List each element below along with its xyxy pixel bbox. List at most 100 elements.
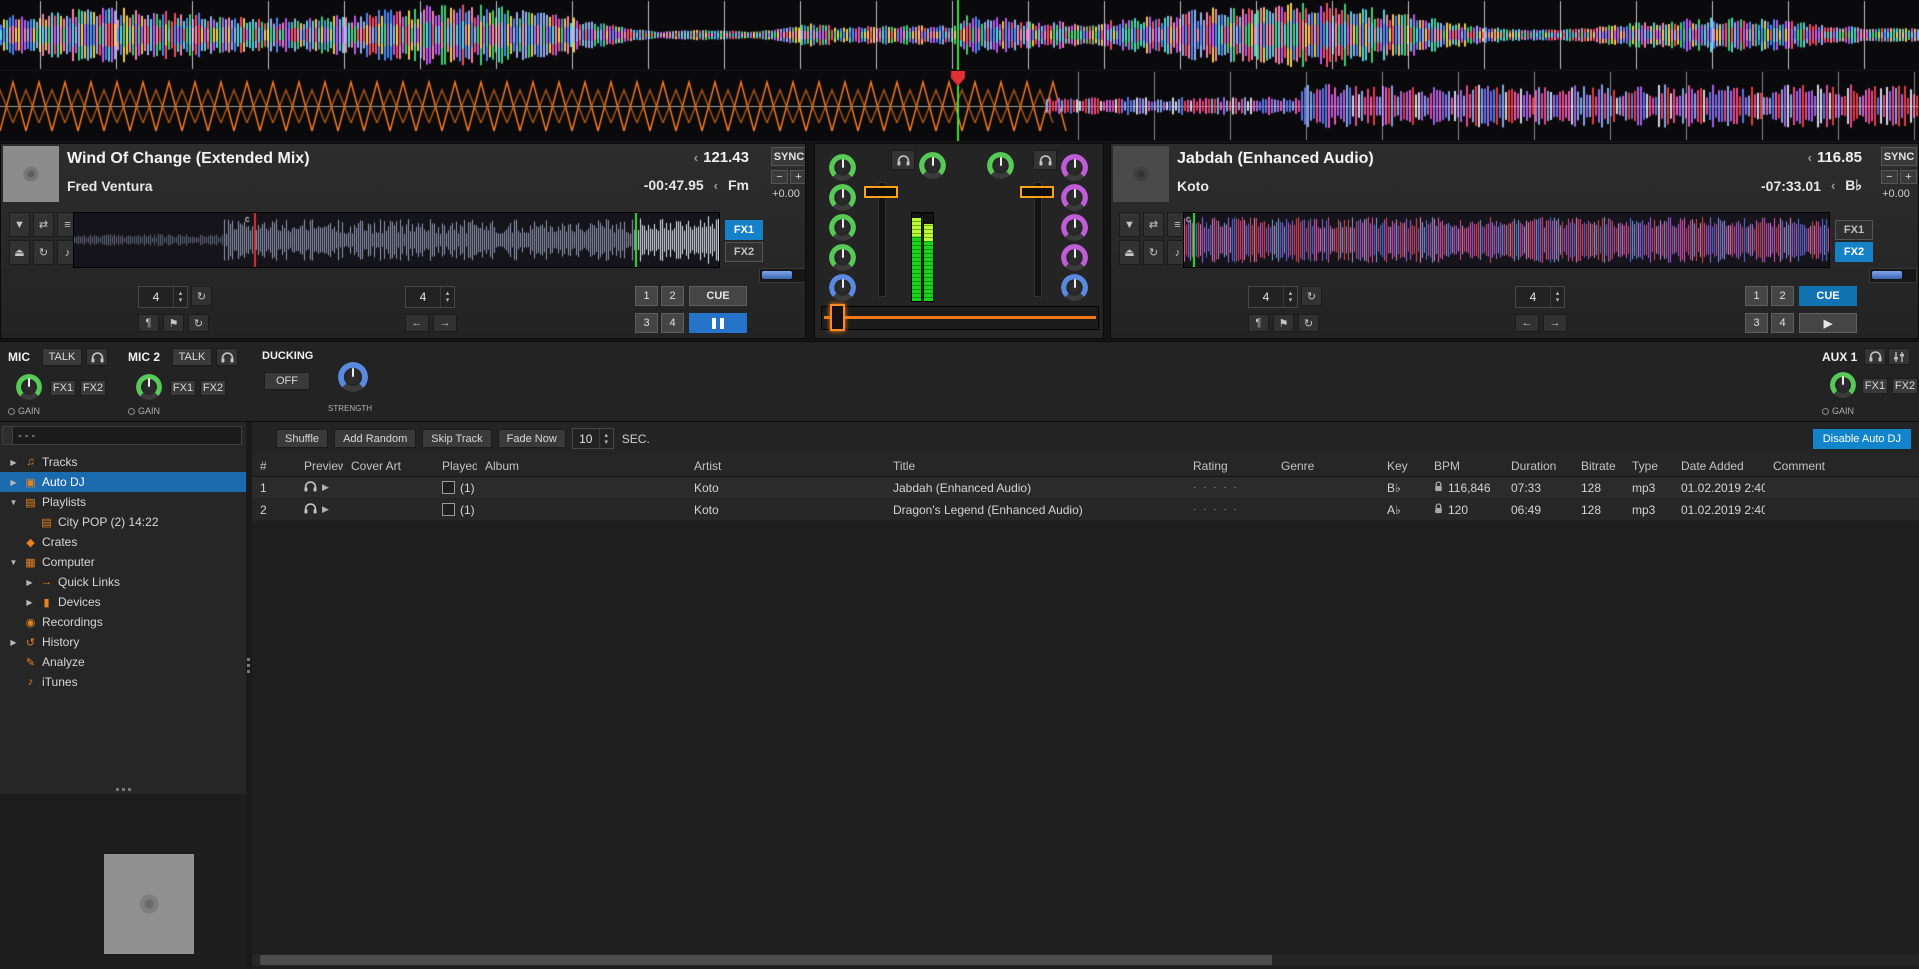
sidebar-item-quick-links[interactable]: ▶→Quick Links [0, 572, 246, 592]
crossfader[interactable] [821, 306, 1099, 330]
sidebar-item-devices[interactable]: ▶▮Devices [0, 592, 246, 612]
deck1-filter-knob[interactable] [919, 152, 946, 179]
repeat-icon[interactable]: ⇄ [1143, 212, 1164, 237]
sidebar-item-analyze[interactable]: ✎Analyze [0, 652, 246, 672]
sidebar-item-crates[interactable]: ◆Crates [0, 532, 246, 552]
deck1-cover-art[interactable] [3, 146, 59, 202]
expand-icon[interactable]: ▶ [8, 458, 19, 467]
play-pause-button[interactable] [689, 313, 747, 333]
rate-down-button[interactable]: − [1881, 170, 1898, 184]
loop-size-spinner[interactable]: 4 ▴▾ [1515, 286, 1565, 308]
selected-track-cover-art[interactable] [104, 854, 194, 954]
pitch-slider-handle[interactable] [762, 271, 792, 279]
preview-headphone-icon[interactable] [304, 503, 317, 517]
fx1-assign-button[interactable]: FX1 [725, 220, 763, 240]
track-artist[interactable]: Fred Ventura [67, 178, 153, 194]
column-header-duration[interactable]: Duration [1503, 459, 1573, 473]
deck2-gain-knob[interactable] [1061, 154, 1088, 181]
sidebar-item-recordings[interactable]: ◉Recordings [0, 612, 246, 632]
key-value[interactable]: Fm [728, 177, 749, 193]
mic2-talk-button[interactable]: TALK [172, 348, 212, 366]
overview-waveform[interactable] [1183, 212, 1830, 268]
key-expand-icon[interactable]: ‹ [1831, 178, 1835, 193]
column-header-cover-art[interactable]: Cover Art [343, 459, 434, 473]
column-header-rating[interactable]: Rating [1185, 459, 1273, 473]
mic2-headphone-button[interactable] [216, 348, 238, 366]
fx1-assign-button[interactable]: FX1 [1835, 220, 1873, 240]
track-artist[interactable]: Koto [1177, 178, 1209, 194]
hotcue-2-button[interactable]: 2 [661, 286, 684, 306]
bpm-lock-icon[interactable] [1434, 503, 1443, 517]
pitch-slider[interactable] [1869, 268, 1917, 283]
fx2-assign-button[interactable]: FX2 [1835, 242, 1873, 262]
mic1-headphone-button[interactable] [86, 348, 108, 366]
scrollbar-thumb[interactable] [260, 955, 1272, 965]
hotcue-3-button[interactable]: 3 [1745, 313, 1768, 333]
loop-size-spinner[interactable]: 4 ▴▾ [405, 286, 455, 308]
splitter-handle[interactable] [116, 788, 131, 791]
scrolling-waveform-deck2[interactable] [0, 71, 1919, 141]
played-checkbox[interactable] [442, 503, 455, 516]
preview-play-icon[interactable]: ▶ [322, 504, 329, 515]
deck2-filter-knob[interactable] [987, 152, 1014, 179]
column-header-title[interactable]: Title [885, 459, 1185, 473]
aux1-fx1-button[interactable]: FX1 [1862, 378, 1888, 394]
quantize-icon[interactable]: ¶ [138, 314, 159, 332]
mic1-fx1-button[interactable]: FX1 [50, 380, 76, 396]
rate-up-button[interactable]: + [1900, 170, 1917, 184]
deck2-eq-high-knob[interactable] [1061, 184, 1088, 211]
pitch-slider[interactable] [759, 268, 806, 283]
sync-button[interactable]: SYNC [771, 147, 806, 166]
crossfader-handle[interactable] [830, 304, 845, 331]
column-header-key[interactable]: Key [1379, 459, 1426, 473]
cell-preview[interactable]: ▶ [296, 503, 343, 517]
deck2-volume-fader[interactable] [1019, 182, 1055, 297]
hotcue-2-button[interactable]: 2 [1771, 286, 1794, 306]
deck2-quick-effect-knob[interactable] [1061, 274, 1088, 301]
hotcue-1-button[interactable]: 1 [635, 286, 658, 306]
column-header-date-added[interactable]: Date Added [1673, 459, 1765, 473]
cell-played[interactable]: (1) [434, 481, 477, 495]
mic1-fx2-button[interactable]: FX2 [80, 380, 106, 396]
eject-icon[interactable]: ⏏ [1119, 240, 1140, 265]
beatjump-back-icon[interactable]: ← [1515, 314, 1539, 332]
slip-mode-icon[interactable]: ▼ [1119, 212, 1140, 237]
sidebar-item-history[interactable]: ▶↺History [0, 632, 246, 652]
deck1-quick-effect-knob[interactable] [829, 274, 856, 301]
fx2-assign-button[interactable]: FX2 [725, 242, 763, 262]
bpm-display[interactable]: ‹ 116.85 [1808, 149, 1862, 166]
column-header-played[interactable]: Played [434, 459, 477, 473]
aux1-headphone-button[interactable] [1864, 348, 1886, 365]
deck1-pfl-button[interactable] [891, 150, 915, 170]
cell-rating[interactable]: · · · · · [1185, 482, 1273, 493]
deck1-gain-knob[interactable] [829, 154, 856, 181]
cell-played[interactable]: (1) [434, 503, 477, 517]
track-row[interactable]: 2▶(1)KotoDragon's Legend (Enhanced Audio… [252, 499, 1919, 521]
deck1-volume-fader[interactable] [863, 182, 899, 297]
preview-play-icon[interactable]: ▶ [322, 482, 329, 493]
key-expand-icon[interactable]: ‹ [714, 178, 718, 193]
collapse-icon[interactable]: ▼ [8, 558, 19, 567]
pitch-slider-handle[interactable] [1872, 271, 1902, 279]
beatjump-forward-icon[interactable]: → [1543, 314, 1567, 332]
search-options-button[interactable] [2, 426, 13, 445]
loop-icon[interactable]: ↻ [33, 240, 54, 265]
loop-icon[interactable]: ↻ [1143, 240, 1164, 265]
expand-icon[interactable]: ▶ [24, 598, 35, 607]
column-header-album[interactable]: Album [477, 459, 686, 473]
hotcue-1-button[interactable]: 1 [1745, 286, 1768, 306]
hotcue-4-button[interactable]: 4 [661, 313, 684, 333]
quantize-icon[interactable]: ¶ [1248, 314, 1269, 332]
key-value[interactable]: B♭ [1845, 177, 1862, 194]
collapse-icon[interactable]: ▼ [8, 498, 19, 507]
reloop-icon[interactable]: ↻ [1298, 314, 1319, 332]
overview-waveform[interactable] [73, 212, 720, 268]
column-header-number[interactable]: # [252, 459, 296, 473]
expand-icon[interactable]: ▶ [8, 478, 19, 487]
beatjump-forward-icon[interactable]: → [433, 314, 457, 332]
track-title[interactable]: Jabdah (Enhanced Audio) [1177, 150, 1374, 168]
aux1-gain-knob[interactable] [1830, 372, 1856, 398]
mic1-talk-button[interactable]: TALK [42, 348, 82, 366]
rate-up-button[interactable]: + [790, 170, 806, 184]
expand-icon[interactable]: ▶ [8, 638, 19, 647]
